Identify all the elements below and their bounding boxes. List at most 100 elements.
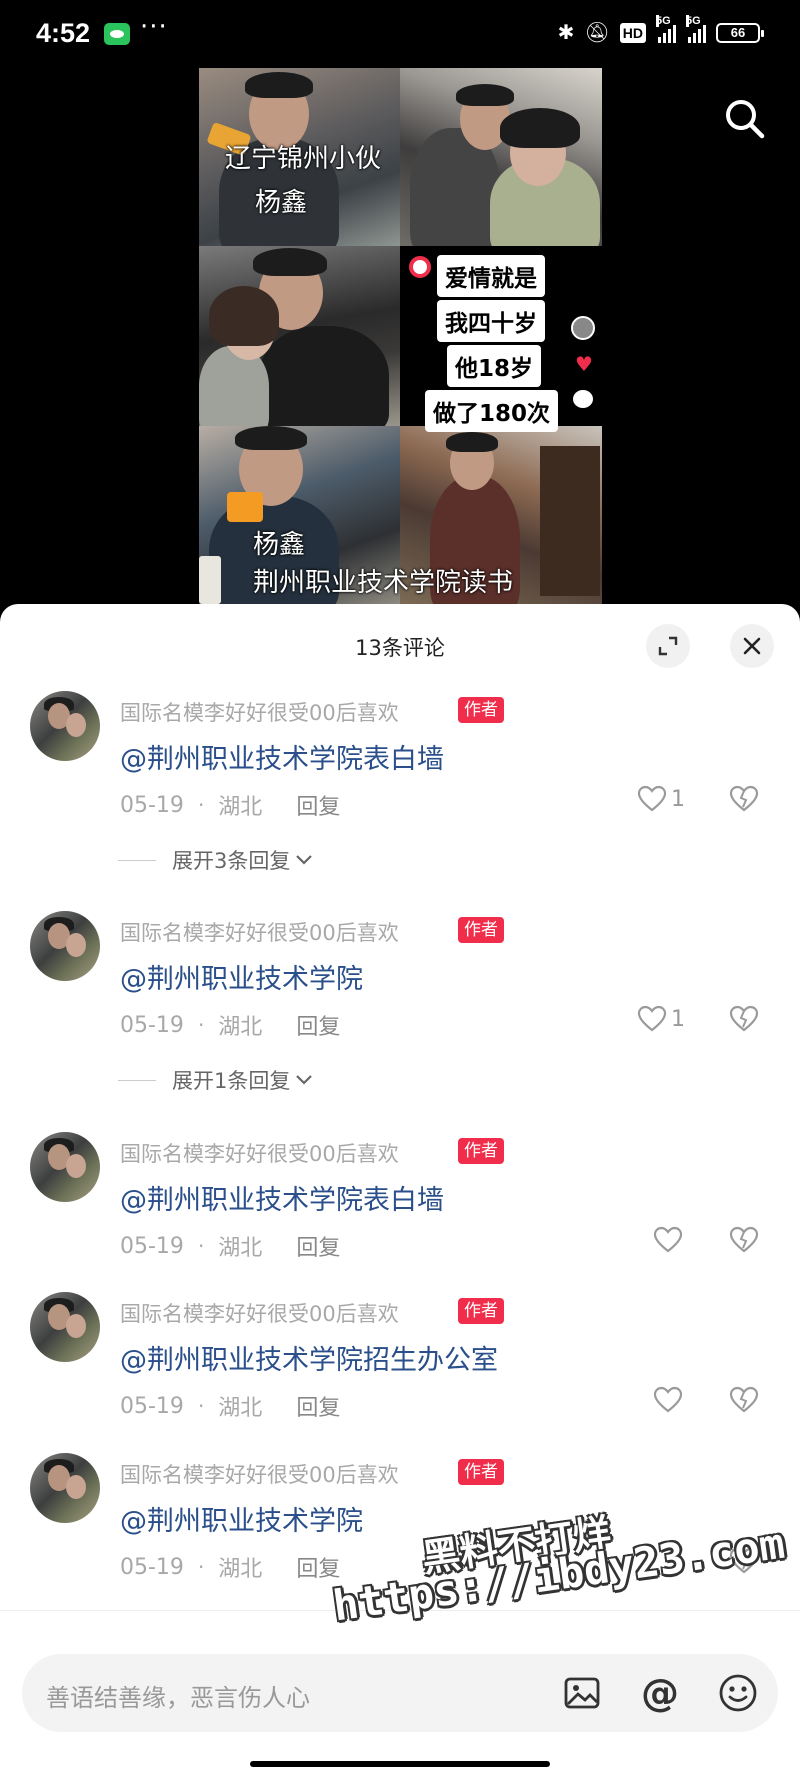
expand-replies-button[interactable]: 展开1条回复 <box>118 1065 314 1095</box>
expand-replies-label: 展开3条回复 <box>172 849 291 873</box>
video-panel-3 <box>199 246 400 426</box>
comment-username[interactable]: 国际名模李好好很受00后喜欢 <box>120 1138 399 1168</box>
video-frame: 辽宁锦州小伙 杨鑫 爱情就是 我四十岁 他18岁 做了180次 ♥ 杨鑫 荆州职… <box>199 68 602 604</box>
avatar[interactable] <box>30 1453 100 1523</box>
video-comment-icon <box>573 390 593 408</box>
home-indicator[interactable] <box>250 1761 550 1767</box>
avatar[interactable] <box>30 1292 100 1362</box>
emoji-icon[interactable] <box>716 1671 760 1715</box>
author-badge: 作者 <box>458 697 504 723</box>
video-love-line-4: 做了180次 <box>425 390 559 432</box>
video-love-line-1: 爱情就是 <box>437 255 545 297</box>
video-player[interactable]: 辽宁锦州小伙 杨鑫 爱情就是 我四十岁 他18岁 做了180次 ♥ 杨鑫 荆州职… <box>0 68 800 608</box>
comment-region: 湖北 <box>218 1396 263 1421</box>
search-icon[interactable] <box>722 96 766 140</box>
heart-icon <box>653 1386 683 1413</box>
comment-username[interactable]: 国际名模李好好很受00后喜欢 <box>120 917 399 947</box>
comment-date: 05-19 <box>120 1012 184 1038</box>
video-panel-2 <box>400 68 602 246</box>
comment-meta: 05-19 · 湖北 回复 <box>120 789 340 821</box>
comment-text[interactable]: @荆州职业技术学院 <box>120 1499 363 1538</box>
comment-date: 05-19 <box>120 1554 184 1580</box>
battery-icon: 66 <box>716 23 764 43</box>
reply-button[interactable]: 回复 <box>296 1009 340 1041</box>
mention-icon[interactable]: @ <box>638 1671 682 1715</box>
like-button[interactable] <box>653 1226 683 1254</box>
comment-date: 05-19 <box>120 1233 184 1259</box>
comment-username[interactable]: 国际名模李好好很受00后喜欢 <box>120 1298 399 1328</box>
author-badge: 作者 <box>458 917 504 943</box>
more-notifications-icon: ··· <box>140 12 168 42</box>
like-count: 1 <box>671 1006 685 1032</box>
status-time: 4:52 <box>36 18 91 48</box>
author-badge: 作者 <box>458 1298 504 1324</box>
comment-region: 湖北 <box>218 1015 263 1040</box>
avatar[interactable] <box>30 1132 100 1202</box>
reply-button[interactable]: 回复 <box>296 1230 340 1262</box>
dislike-button[interactable] <box>729 1386 759 1418</box>
heart-icon <box>637 785 667 812</box>
video-caption-name: 杨鑫 <box>255 188 308 218</box>
video-heart-icon: ♥ <box>575 352 593 376</box>
dislike-button[interactable] <box>729 1005 759 1037</box>
comment-meta: 05-19 · 湖北 回复 <box>120 1551 340 1583</box>
video-caption-origin: 辽宁锦州小伙 <box>225 144 382 174</box>
comment-meta: 05-19 · 湖北 回复 <box>120 1390 340 1422</box>
comment-meta: 05-19 · 湖北 回复 <box>120 1230 340 1262</box>
comment-date: 05-19 <box>120 1393 184 1419</box>
video-love-line-3: 他18岁 <box>447 345 542 387</box>
close-button[interactable] <box>730 624 774 668</box>
chevron-down-icon <box>296 855 313 865</box>
expand-replies-button[interactable]: 展开3条回复 <box>118 845 314 875</box>
like-button[interactable]: 1 <box>637 1005 685 1033</box>
hd-icon: HD <box>619 23 646 43</box>
reply-button[interactable]: 回复 <box>296 789 340 821</box>
video-live-icon <box>409 256 431 278</box>
broken-heart-icon <box>729 1005 759 1032</box>
author-badge: 作者 <box>458 1138 504 1164</box>
broken-heart-icon <box>729 785 759 812</box>
comment-text[interactable]: @荆州职业技术学院 <box>120 957 363 996</box>
dislike-button[interactable] <box>729 1226 759 1258</box>
comment-region: 湖北 <box>218 1236 263 1261</box>
comment-text[interactable]: @荆州职业技术学院招生办公室 <box>120 1338 498 1377</box>
status-bar: 4:52 ··· ✱ 🔕︎ HD 5G 5G 66 <box>0 0 800 68</box>
avatar[interactable] <box>30 911 100 981</box>
like-button[interactable]: 1 <box>637 785 685 813</box>
comment-region: 湖北 <box>218 1557 263 1582</box>
close-icon <box>743 637 761 655</box>
reply-button[interactable]: 回复 <box>296 1390 340 1422</box>
video-caption-school: 荆州职业技术学院读书 <box>253 568 514 598</box>
comment-text[interactable]: @荆州职业技术学院表白墙 <box>120 737 444 776</box>
expand-fullscreen-button[interactable] <box>646 624 690 668</box>
avatar[interactable] <box>30 691 100 761</box>
dislike-button[interactable] <box>729 785 759 817</box>
signal-icon: 5G <box>656 15 676 43</box>
heart-icon <box>637 1005 667 1032</box>
comment-date: 05-19 <box>120 792 184 818</box>
comment-username[interactable]: 国际名模李好好很受00后喜欢 <box>120 1459 399 1489</box>
comment-username[interactable]: 国际名模李好好很受00后喜欢 <box>120 697 399 727</box>
video-love-line-2: 我四十岁 <box>437 300 545 342</box>
comment-meta: 05-19 · 湖北 回复 <box>120 1009 340 1041</box>
comment-text[interactable]: @荆州职业技术学院表白墙 <box>120 1178 444 1217</box>
video-avatar-icon <box>571 316 595 340</box>
signal-icon-2: 5G <box>686 15 706 43</box>
comment-input-bar[interactable]: 善语结善缘，恶言伤人心 @ <box>22 1654 778 1732</box>
like-count: 1 <box>671 786 685 812</box>
video-caption-name-2: 杨鑫 <box>253 530 306 560</box>
wechat-notification-icon <box>104 23 130 45</box>
bluetooth-icon: ✱ <box>557 22 575 44</box>
mute-bell-icon: 🔕︎ <box>584 22 610 44</box>
comment-input[interactable]: 善语结善缘，恶言伤人心 <box>46 1678 310 1713</box>
broken-heart-icon <box>729 1386 759 1413</box>
author-badge: 作者 <box>458 1459 504 1485</box>
image-icon[interactable] <box>560 1671 604 1715</box>
status-icons: ✱ 🔕︎ HD 5G 5G 66 <box>557 15 764 44</box>
chevron-down-icon <box>296 1075 313 1085</box>
expand-icon <box>658 636 678 656</box>
expand-replies-label: 展开1条回复 <box>172 1069 291 1093</box>
reply-button[interactable]: 回复 <box>296 1551 340 1583</box>
broken-heart-icon <box>729 1226 759 1253</box>
like-button[interactable] <box>653 1386 683 1414</box>
